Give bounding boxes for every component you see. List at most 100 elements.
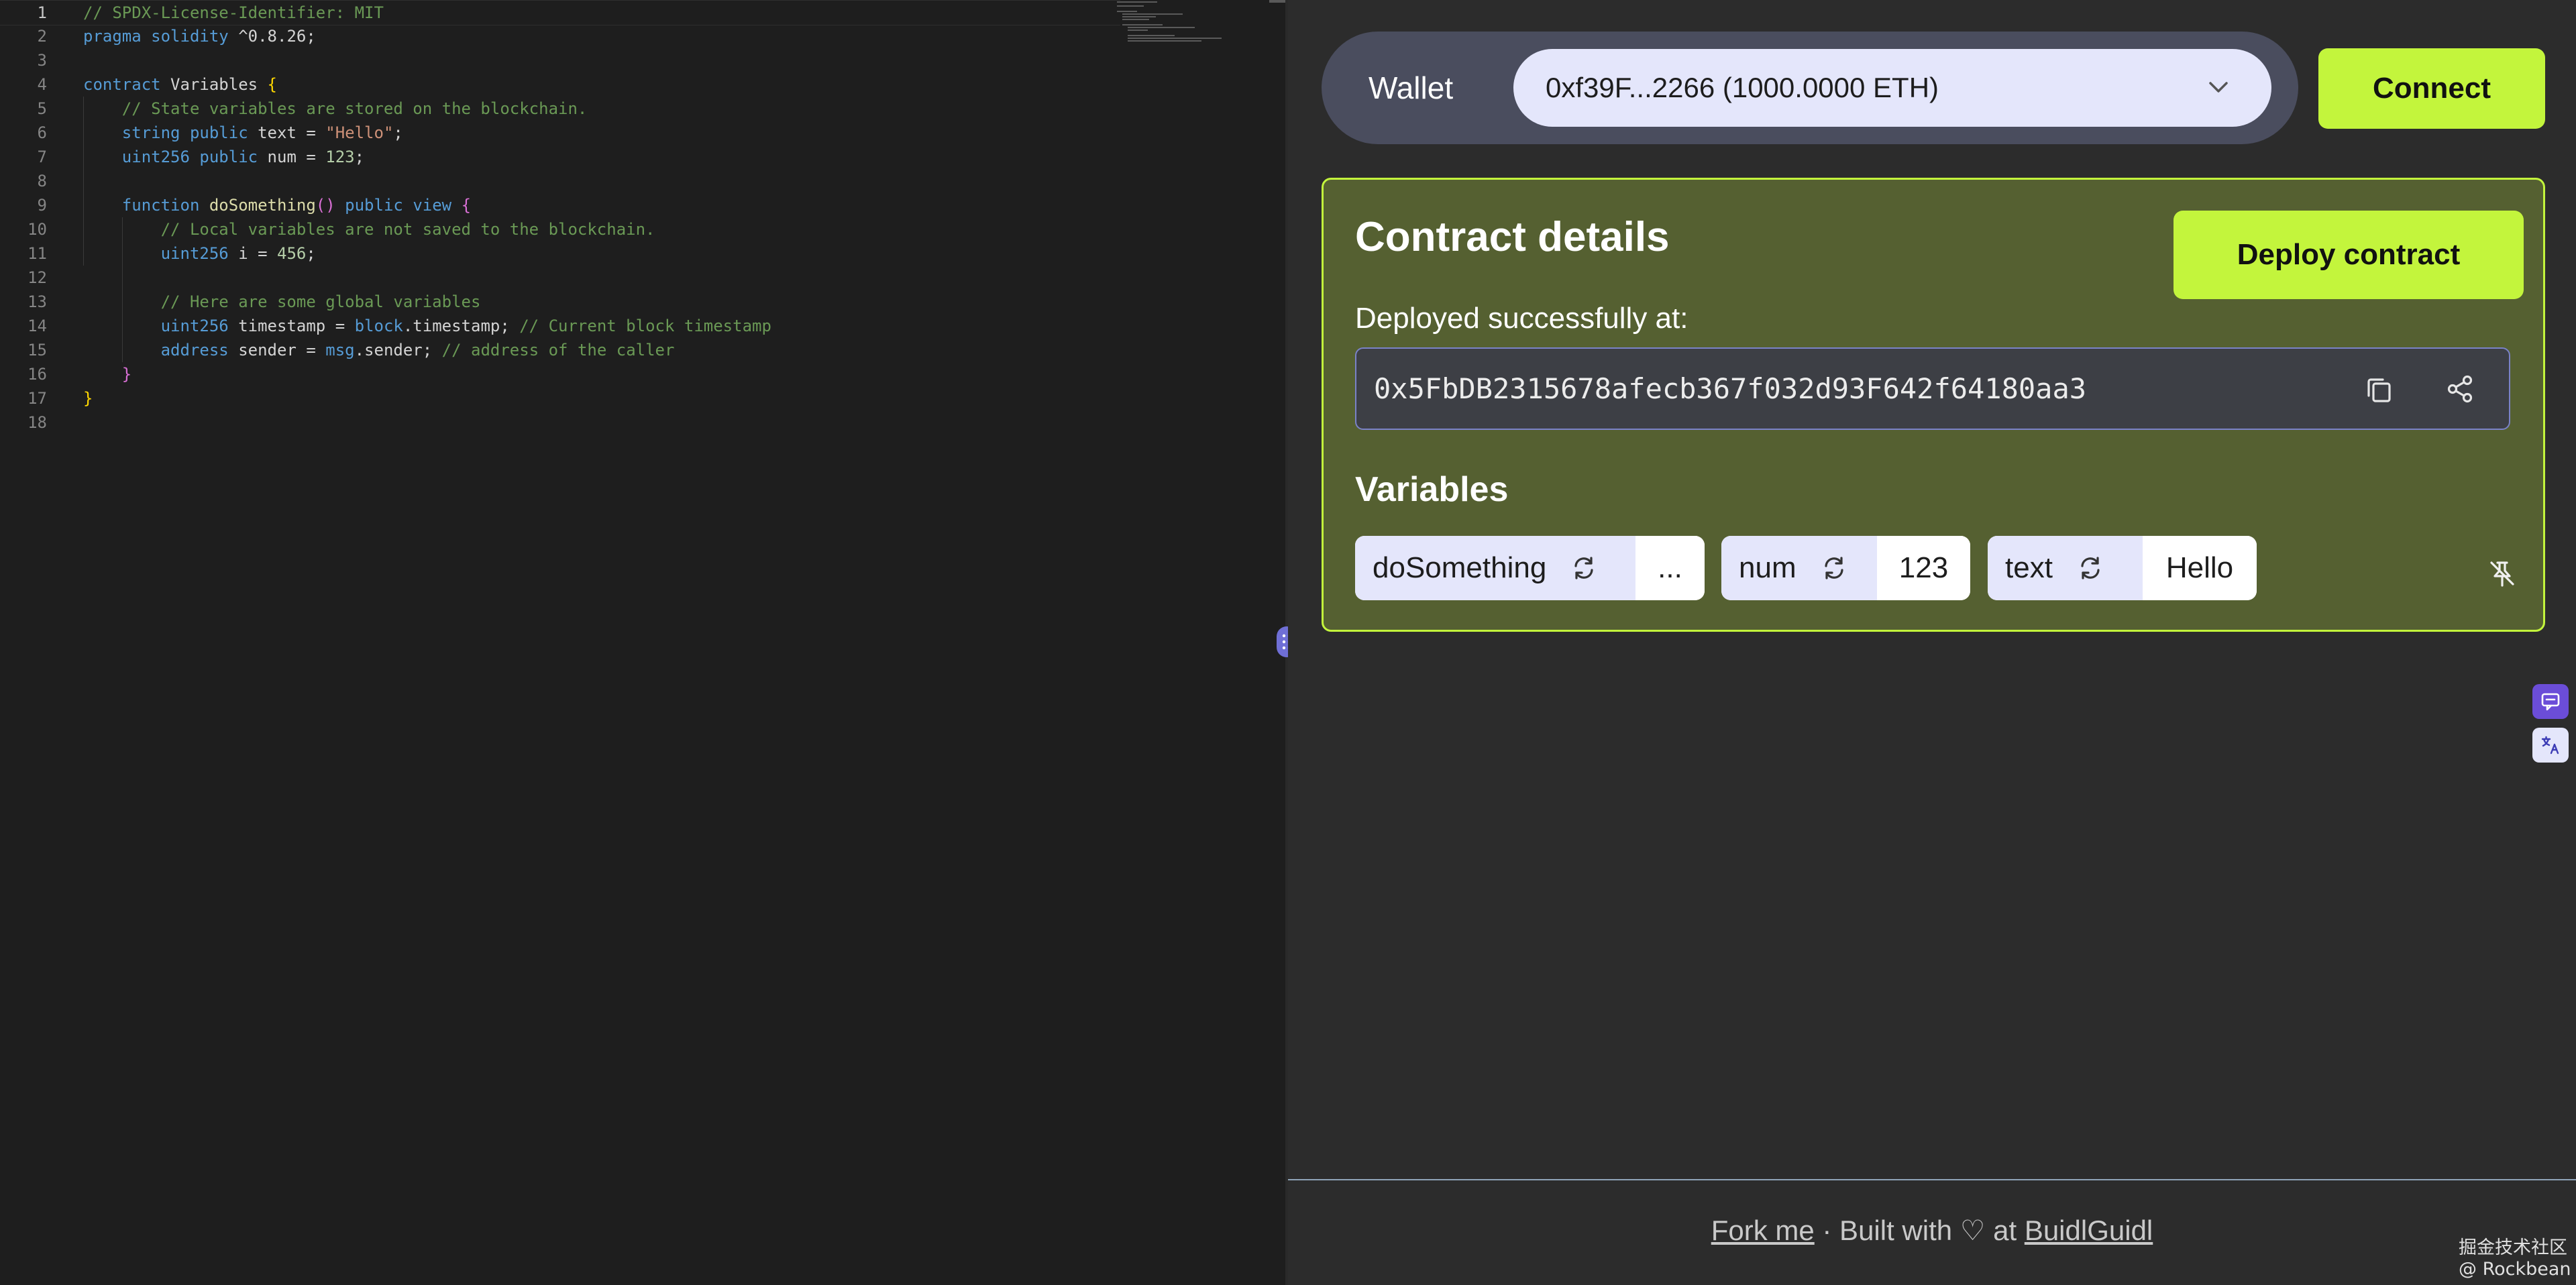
buidlguidl-link[interactable]: BuidlGuidl — [2025, 1215, 2153, 1246]
code-token: i = — [228, 244, 277, 263]
code-text: address sender = msg.sender; // address … — [83, 338, 675, 362]
line-number: 15 — [28, 341, 47, 359]
code-line[interactable]: 8 — [0, 169, 1120, 193]
line-number: 14 — [28, 317, 47, 335]
code-token: timestamp = — [228, 317, 355, 335]
variable-value: ... — [1635, 536, 1705, 600]
code-token: ^0.8.26; — [228, 27, 316, 46]
code-token: ; — [354, 148, 365, 166]
code-text: } — [83, 362, 131, 386]
variable-name: text — [1988, 536, 2143, 600]
code-text: pragma solidity ^0.8.26; — [83, 24, 316, 48]
code-line[interactable]: 12 — [0, 266, 1120, 290]
code-text: // Here are some global variables — [83, 290, 481, 314]
refresh-icon[interactable] — [1821, 555, 1847, 581]
code-text: function doSomething() public view { — [83, 193, 471, 217]
code-line[interactable]: 9 function doSomething() public view { — [0, 193, 1120, 217]
code-line[interactable]: 15 address sender = msg.sender; // addre… — [0, 338, 1120, 362]
code-token: "Hello" — [325, 123, 394, 142]
side-chat-button[interactable] — [2532, 684, 2569, 719]
code-token: { — [267, 75, 277, 94]
code-token: block — [354, 317, 403, 335]
code-token: .timestamp; — [402, 317, 520, 335]
code-token: // SPDX-License-Identifier: MIT — [83, 3, 384, 22]
contract-details-title: Contract details — [1355, 214, 1670, 260]
connect-button[interactable]: Connect — [2318, 48, 2545, 129]
copy-icon[interactable] — [2363, 373, 2396, 406]
code-token: // Current block timestamp — [519, 317, 771, 335]
code-token: uint256 — [121, 148, 190, 166]
code-line[interactable]: 6 string public text = "Hello"; — [0, 121, 1120, 145]
code-text: uint256 i = 456; — [83, 241, 316, 266]
wallet-bar: Wallet 0xf39F...2266 (1000.0000 ETH) — [1322, 32, 2298, 144]
code-editor[interactable]: 1 // SPDX-License-Identifier: MIT 2 pragma … — [0, 0, 1269, 1285]
variable-name-label: num — [1739, 551, 1796, 584]
line-number: 18 — [28, 413, 47, 432]
code-token: // Local variables are not saved to the … — [83, 220, 655, 239]
footer-built-with: · Built with ♡ at — [1822, 1215, 2017, 1246]
variable-name: doSomething — [1355, 536, 1635, 600]
side-translate-button[interactable] — [2532, 728, 2569, 763]
chat-icon — [2541, 693, 2560, 711]
deployed-address-value: 0x5FbDB2315678afecb367f032d93F642f64180a… — [1374, 372, 2087, 405]
line-number: 13 — [28, 292, 47, 311]
code-line[interactable]: 3 — [0, 48, 1120, 72]
refresh-icon[interactable] — [2077, 555, 2104, 581]
variable-chip-dosomething: doSomething ... — [1355, 536, 1705, 600]
code-token: () — [315, 196, 335, 215]
deploy-contract-button[interactable]: Deploy contract — [2174, 211, 2524, 299]
code-text: uint256 timestamp = block.timestamp; // … — [83, 314, 771, 338]
code-line[interactable]: 18 — [0, 410, 1120, 435]
minimap[interactable] — [1117, 0, 1222, 47]
line-number: 1 — [37, 3, 47, 22]
code-token: .sender; — [354, 341, 442, 359]
indent-guide — [83, 97, 84, 266]
code-text: string public text = "Hello"; — [83, 121, 403, 145]
wallet-label: Wallet — [1368, 70, 1454, 105]
unpin-icon[interactable] — [2486, 557, 2518, 590]
code-token: 123 — [325, 148, 355, 166]
share-icon[interactable] — [2445, 373, 2477, 405]
code-text: uint256 public num = 123; — [83, 145, 364, 169]
code-line[interactable]: 17} — [0, 386, 1120, 410]
refresh-icon[interactable] — [1570, 555, 1597, 581]
deployed-address-field[interactable]: 0x5FbDB2315678afecb367f032d93F642f64180a… — [1355, 347, 2510, 430]
code-token: text = — [248, 123, 326, 142]
line-number: 2 — [37, 27, 47, 46]
code-line[interactable]: 16 } — [0, 362, 1120, 386]
contract-details-card: Contract details Deploy contract Deploye… — [1322, 178, 2545, 632]
line-number: 12 — [28, 268, 47, 287]
translate-icon — [2541, 736, 2559, 755]
code-token: num = — [258, 148, 326, 166]
line-number: 6 — [37, 123, 47, 142]
fork-me-link[interactable]: Fork me — [1711, 1215, 1815, 1246]
code-token: public — [199, 148, 258, 166]
footer: Fork me · Built with ♡ at BuidlGuidl — [1288, 1214, 2576, 1247]
code-line[interactable]: 2 pragma solidity ^0.8.26; — [0, 24, 1120, 48]
code-line[interactable]: 10 // Local variables are not saved to t… — [0, 217, 1120, 241]
code-line[interactable]: 7 uint256 public num = 123; — [0, 145, 1120, 169]
wallet-account-select[interactable]: 0xf39F...2266 (1000.0000 ETH) — [1513, 49, 2271, 127]
code-token: contract — [83, 75, 161, 94]
editor-scrollbar[interactable] — [1269, 0, 1287, 3]
chevron-down-icon — [2209, 82, 2228, 93]
variable-name-label: text — [2005, 551, 2053, 584]
variable-name: num — [1721, 536, 1877, 600]
variables-title: Variables — [1355, 470, 1509, 509]
code-token: solidity — [151, 27, 229, 46]
code-line[interactable]: 5 // State variables are stored on the b… — [0, 97, 1120, 121]
code-line[interactable]: 14 uint256 timestamp = block.timestamp; … — [0, 314, 1120, 338]
code-token: } — [121, 365, 132, 384]
code-line[interactable]: 1 // SPDX-License-Identifier: MIT — [0, 0, 1120, 25]
code-line[interactable]: 13 // Here are some global variables — [0, 290, 1120, 314]
variable-value: Hello — [2143, 536, 2257, 600]
code-line[interactable]: 11 uint256 i = 456; — [0, 241, 1120, 266]
code-token: view — [413, 196, 452, 215]
code-line[interactable]: 4 contract Variables { — [0, 72, 1120, 97]
line-number: 8 — [37, 172, 47, 190]
